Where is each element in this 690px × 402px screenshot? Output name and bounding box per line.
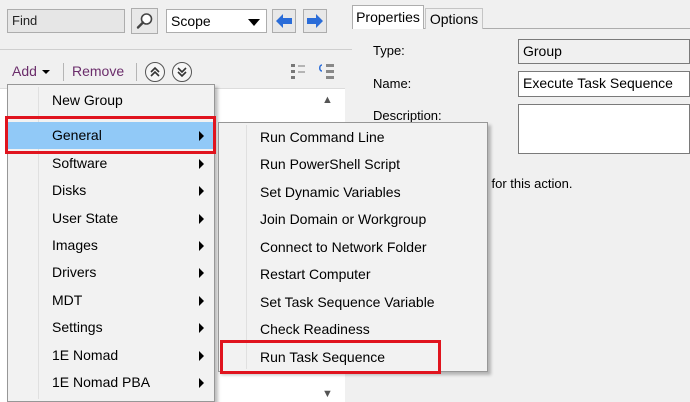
type-label: Type:	[373, 43, 405, 58]
menu-item-disks[interactable]: Disks	[8, 177, 214, 204]
next-button[interactable]	[303, 9, 327, 33]
scope-select[interactable]: Scope	[166, 9, 267, 33]
submenu-arrow-icon	[199, 351, 204, 361]
menu-item-set-task-sequence-variable[interactable]: Set Task Sequence Variable	[219, 289, 487, 316]
submenu-arrow-icon	[199, 159, 204, 169]
menu-item-settings[interactable]: Settings	[8, 314, 214, 341]
menu-item-connect-network-folder[interactable]: Connect to Network Folder	[219, 234, 487, 261]
menu-item-restart-computer[interactable]: Restart Computer	[219, 261, 487, 288]
general-submenu: Run Command Line Run PowerShell Script S…	[218, 122, 488, 372]
submenu-arrow-icon	[199, 214, 204, 224]
menu-item-software[interactable]: Software	[8, 150, 214, 177]
scroll-down-icon[interactable]: ▼	[322, 388, 333, 400]
previous-button[interactable]	[272, 9, 296, 33]
callout-box-run-task-sequence	[220, 340, 441, 374]
menu-item-join-domain[interactable]: Join Domain or Workgroup	[219, 206, 487, 233]
name-label: Name:	[373, 76, 412, 91]
menu-item-check-readiness[interactable]: Check Readiness	[219, 316, 487, 343]
double-chevron-down-icon	[177, 67, 187, 78]
tab-properties[interactable]: Properties	[352, 5, 424, 29]
remove-button[interactable]: Remove	[72, 63, 124, 79]
submenu-arrow-icon	[199, 378, 204, 388]
dropdown-arrow-icon	[41, 70, 50, 75]
name-field[interactable]: Execute Task Sequence	[518, 71, 690, 97]
double-chevron-up-icon	[150, 66, 160, 77]
type-field: Group	[518, 39, 690, 64]
description-label: Description:	[373, 108, 442, 123]
description-field[interactable]	[518, 104, 690, 154]
toolbar-separator	[63, 63, 64, 81]
menu-item-1e-nomad[interactable]: 1E Nomad	[8, 342, 214, 369]
menu-item-mdt[interactable]: MDT	[8, 287, 214, 314]
arrow-left-icon	[276, 14, 292, 28]
submenu-arrow-icon	[199, 296, 204, 306]
menu-item-run-command-line[interactable]: Run Command Line	[219, 124, 487, 151]
chevron-down-icon	[248, 19, 260, 26]
find-button[interactable]	[131, 8, 158, 34]
magnifier-icon	[136, 13, 152, 29]
collapse-icon[interactable]	[289, 62, 307, 83]
menu-item-1e-nomad-pba[interactable]: 1E Nomad PBA	[8, 369, 214, 396]
menu-item-drivers[interactable]: Drivers	[8, 259, 214, 286]
menu-item-user-state[interactable]: User State	[8, 205, 214, 232]
submenu-arrow-icon	[199, 268, 204, 278]
add-button[interactable]: Add	[12, 63, 50, 79]
callout-box-general	[5, 116, 216, 154]
find-input[interactable]: Find	[7, 9, 125, 33]
move-down-button[interactable]	[172, 62, 192, 82]
submenu-arrow-icon	[199, 323, 204, 333]
menu-item-images[interactable]: Images	[8, 232, 214, 259]
toolbar-divider	[0, 49, 352, 50]
toolbar-separator	[136, 63, 137, 81]
menu-item-run-powershell-script[interactable]: Run PowerShell Script	[219, 151, 487, 178]
menu-item-new-group[interactable]: New Group	[8, 87, 214, 114]
arrow-right-icon	[307, 14, 323, 28]
expand-icon[interactable]	[318, 62, 336, 83]
add-button-label: Add	[12, 63, 37, 79]
scope-select-value: Scope	[171, 13, 211, 29]
menu-item-set-dynamic-variables[interactable]: Set Dynamic Variables	[219, 179, 487, 206]
submenu-arrow-icon	[199, 241, 204, 251]
scroll-up-icon[interactable]: ▲	[322, 94, 333, 106]
submenu-arrow-icon	[199, 186, 204, 196]
move-up-button[interactable]	[145, 62, 165, 82]
tab-options[interactable]: Options	[425, 8, 483, 29]
